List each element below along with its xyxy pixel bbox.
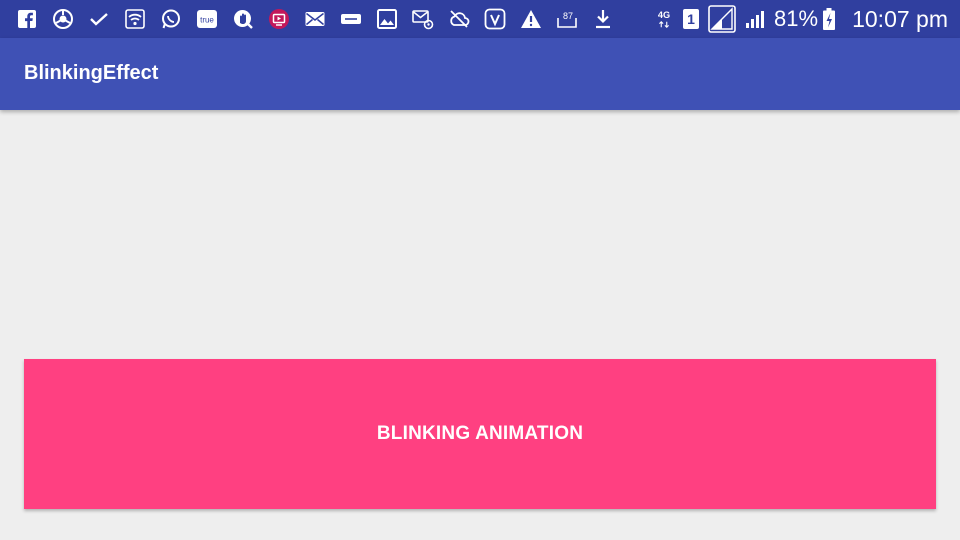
storage-icon: 87 [556, 8, 578, 30]
whatsapp-icon [160, 8, 182, 30]
gallery-icon [376, 8, 398, 30]
truecaller-icon: true [196, 8, 218, 30]
wifi-icon [124, 8, 146, 30]
status-bar: true 87 4G 1 81% 10:07 pm [0, 0, 960, 38]
video-icon [268, 8, 290, 30]
sim-slot-number: 1 [687, 11, 695, 27]
sim-slot-icon: 1 [682, 8, 700, 30]
app-title: BlinkingEffect [24, 62, 159, 84]
app-bar: BlinkingEffect [0, 38, 960, 110]
cloud-off-icon [448, 8, 470, 30]
email-icon [304, 8, 326, 30]
notification-icons: true 87 [16, 7, 628, 31]
network-type-label: 4G [658, 10, 670, 20]
battery-percent: 81% [774, 6, 819, 31]
download-icon [592, 8, 614, 30]
app-icon [340, 8, 362, 30]
saavn-icon [484, 8, 506, 30]
mail-settings-icon [412, 8, 434, 30]
blinking-animation-label: BLINKING ANIMATION [376, 423, 584, 444]
system-icons: 4G 1 81% 10:07 pm [654, 0, 948, 38]
storage-badge: 87 [563, 11, 573, 21]
network-type-icon: 4G [654, 8, 674, 30]
signal-strength-icon [744, 8, 766, 30]
browser-icon [52, 8, 74, 30]
truecaller-text: true [200, 16, 214, 25]
signal-box-icon [708, 5, 736, 33]
blinking-animation-button[interactable]: BLINKING ANIMATION [24, 359, 936, 509]
warning-icon [520, 8, 542, 30]
check-icon [88, 8, 110, 30]
hand-icon [232, 8, 254, 30]
clock: 10:07 pm [852, 5, 948, 32]
facebook-icon [16, 8, 38, 30]
battery-charging-icon [822, 8, 836, 30]
